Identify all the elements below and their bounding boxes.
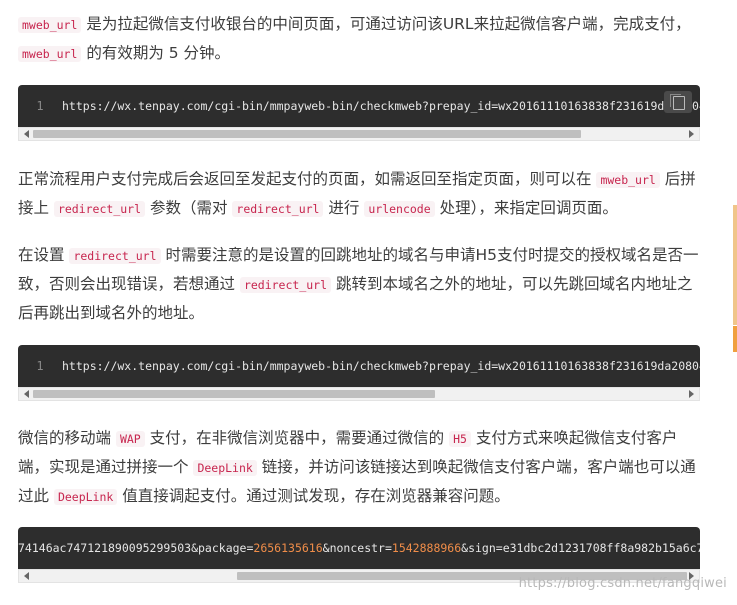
text: 微信的移动端 [18, 429, 116, 447]
code-block-1-scrollbar[interactable] [18, 127, 700, 141]
paragraph-mweb-url: mweb_url 是为拉起微信支付收银台的中间页面，可通过访问该URL来拉起微信… [18, 10, 702, 68]
code-text: 74146ac747121890095299503&package=265613… [18, 527, 700, 569]
text: 进行 [323, 199, 365, 217]
scroll-thumb[interactable] [33, 390, 435, 398]
inline-code: mweb_url [18, 46, 82, 62]
inline-code: urlencode [364, 201, 435, 217]
scroll-left-arrow-icon[interactable] [24, 130, 29, 138]
copy-button[interactable] [664, 91, 692, 113]
text: 值直接调起支付。通过测试发现，存在浏览器兼容问题。 [117, 487, 510, 505]
scroll-right-arrow-icon[interactable] [689, 130, 694, 138]
text: 是为拉起微信支付收银台的中间页面，可通过访问该URL来拉起微信客户端，完成支付， [81, 15, 691, 33]
code-block-1: 1 https://wx.tenpay.com/cgi-bin/mmpayweb… [18, 85, 700, 127]
watermark: https://blog.csdn.net/fangqiwei [518, 576, 727, 591]
paragraph-deeplink: 微信的移动端 WAP 支付，在非微信浏览器中，需要通过微信的 H5 支付方式来唤… [18, 424, 702, 511]
code-segment: &noncestr= [322, 541, 392, 555]
inline-code: DeepLink [193, 460, 257, 476]
code-text: https://wx.tenpay.com/cgi-bin/mmpayweb-b… [62, 359, 700, 373]
text: 正常流程用户支付完成后会返回至发起支付的页面，如需返回至指定页面，则可以在 [18, 170, 597, 188]
scroll-thumb[interactable] [33, 130, 581, 138]
inline-code: WAP [115, 431, 145, 447]
inline-code: mweb_url [18, 17, 82, 33]
scroll-left-arrow-icon[interactable] [24, 390, 29, 398]
text: 支付，在非微信浏览器中，需要通过微信的 [144, 429, 450, 447]
text: 的有效期为 5 分钟。 [81, 44, 231, 62]
code-segment: &sign=e31dbc2d1231708ff8a982b15a6c7646 [461, 541, 700, 555]
line-number: 1 [36, 99, 44, 113]
code-block-3: 74146ac747121890095299503&package=265613… [18, 527, 700, 569]
copy-icon [670, 94, 685, 110]
inline-code: redirect_url [53, 201, 146, 217]
code-text: https://wx.tenpay.com/cgi-bin/mmpayweb-b… [62, 99, 700, 113]
code-block-2-scrollbar[interactable] [18, 387, 700, 401]
inline-code: DeepLink [53, 489, 118, 505]
inline-code: redirect_url [239, 277, 332, 293]
right-edge-accent [733, 326, 737, 352]
code-number: 1542888966 [391, 541, 462, 555]
text: 参数（需对 [145, 199, 233, 217]
scroll-left-arrow-icon[interactable] [24, 572, 29, 580]
inline-code: H5 [449, 431, 471, 447]
scroll-right-arrow-icon[interactable] [689, 390, 694, 398]
code-segment: 74146ac747121890095299503&package= [18, 541, 254, 555]
inline-code: redirect_url [232, 201, 324, 217]
paragraph-domain-note: 在设置 redirect_url 时需要注意的是设置的回跳地址的域名与申请H5支… [18, 241, 702, 327]
code-block-2: 1 https://wx.tenpay.com/cgi-bin/mmpayweb… [18, 345, 700, 387]
inline-code: redirect_url [69, 248, 161, 264]
text: 在设置 [18, 246, 70, 264]
code-number: 2656135616 [253, 541, 323, 555]
right-edge-accent [733, 205, 737, 325]
paragraph-redirect: 正常流程用户支付完成后会返回至发起支付的页面，如需返回至指定页面，则可以在 mw… [18, 165, 702, 223]
line-number: 1 [36, 359, 44, 373]
inline-code: mweb_url [596, 172, 660, 188]
text: 处理），来指定回调页面。 [434, 199, 618, 217]
